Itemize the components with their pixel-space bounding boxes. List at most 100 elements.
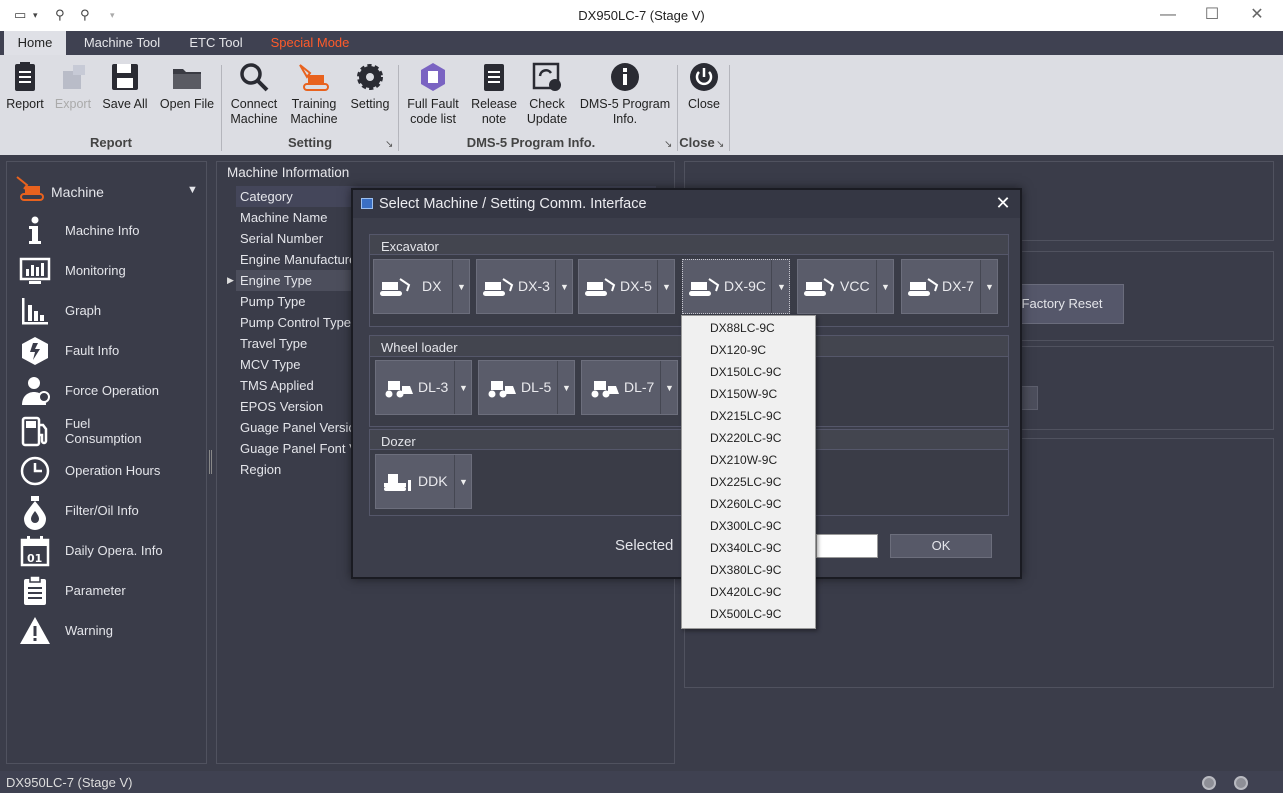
sidebar-item-machine-info[interactable]: Machine Info [7, 212, 206, 250]
chevron-down-icon[interactable]: ▼ [187, 184, 198, 196]
monitor-icon [19, 257, 51, 284]
tab-etc-tool[interactable]: ETC Tool [180, 31, 252, 55]
tab-special-mode[interactable]: Special Mode [262, 31, 358, 55]
maximize-button[interactable]: ☐ [1192, 4, 1232, 26]
calendar-icon: 01 [20, 536, 50, 567]
close-launcher-icon[interactable]: ↘ [716, 139, 724, 150]
setting-button[interactable]: Setting [346, 61, 394, 112]
close-app-button[interactable]: Close [684, 61, 724, 112]
excavator-icon [380, 278, 411, 296]
export-button[interactable]: Export [52, 61, 94, 112]
chevron-down-icon[interactable]: ▼ [459, 383, 468, 393]
check-update-button[interactable]: Check Update [524, 61, 570, 127]
group-label: Wheel loader [381, 340, 458, 355]
excavator-vcc-button[interactable]: VCC ▼ [797, 259, 894, 314]
info-icon [29, 216, 41, 244]
setting-launcher-icon[interactable]: ↘ [385, 139, 393, 150]
excavator-icon [299, 64, 329, 91]
sidebar-item-daily-opera-info[interactable]: 01 Daily Opera. Info [7, 532, 206, 570]
dropdown-item[interactable]: DX260LC-9C [682, 493, 815, 515]
ok-button[interactable]: OK [890, 534, 992, 558]
sidebar-item-operation-hours[interactable]: Operation Hours [7, 452, 206, 490]
excavator-icon [804, 278, 835, 296]
wheel-loader-dl3-button[interactable]: DL-3 ▼ [375, 360, 472, 415]
minimize-button[interactable]: — [1148, 4, 1188, 26]
status-indicator-icon [1234, 776, 1248, 790]
chevron-down-icon[interactable]: ▼ [562, 383, 571, 393]
tab-home[interactable]: Home [4, 31, 66, 55]
sidebar-item-graph[interactable]: Graph [7, 292, 206, 330]
dms5-program-info-button[interactable]: DMS-5 Program Info. [578, 61, 672, 127]
open-file-button[interactable]: Open File [158, 61, 216, 112]
chevron-down-icon[interactable]: ▼ [665, 383, 674, 393]
selected-machine-field[interactable] [816, 534, 878, 558]
close-window-button[interactable]: ✕ [1237, 4, 1277, 26]
chevron-down-icon[interactable]: ▼ [985, 282, 994, 292]
panel-title: Machine Information [227, 165, 350, 180]
connect-machine-button[interactable]: Connect Machine [228, 61, 280, 127]
full-fault-code-list-button[interactable]: Full Fault code list [405, 61, 461, 127]
dropdown-item[interactable]: DX500LC-9C [682, 603, 815, 625]
dropdown-item[interactable]: DX220LC-9C [682, 427, 815, 449]
group-title-setting: Setting [287, 135, 333, 150]
chevron-down-icon[interactable]: ▼ [457, 282, 466, 292]
warning-icon [20, 617, 50, 644]
chevron-down-icon[interactable]: ▼ [662, 282, 671, 292]
sidebar-item-parameter[interactable]: Parameter [7, 572, 206, 610]
dms5-launcher-icon[interactable]: ↘ [664, 139, 672, 150]
dropdown-item[interactable]: DX210W-9C [682, 449, 815, 471]
sidebar: Machine ▼ Machine Info Monitoring Graph … [6, 161, 207, 764]
close-icon[interactable]: ✕ [992, 192, 1014, 214]
sidebar-item-fuel-consumption[interactable]: Fuel Consumption [7, 412, 206, 450]
clipboard-icon [24, 575, 46, 605]
save-icon [112, 64, 138, 90]
excavator-dx-button[interactable]: DX ▼ [373, 259, 470, 314]
splitter-handle[interactable] [209, 450, 212, 474]
excavator-dx3-button[interactable]: DX-3 ▼ [476, 259, 573, 314]
ribbon: Report Export Save All Open File Report … [0, 55, 1283, 155]
chevron-down-icon[interactable]: ▼ [881, 282, 890, 292]
sidebar-item-fault-info[interactable]: Fault Info [7, 332, 206, 370]
chevron-down-icon[interactable]: ▼ [459, 477, 468, 487]
release-note-button[interactable]: Release note [470, 61, 518, 127]
dropdown-item[interactable]: DX225LC-9C [682, 471, 815, 493]
sidebar-item-monitoring[interactable]: Monitoring [7, 252, 206, 290]
dropdown-item[interactable]: DX120-9C [682, 339, 815, 361]
dropdown-item[interactable]: DX88LC-9C [682, 317, 815, 339]
info-icon [611, 63, 639, 91]
wheel-loader-dl5-button[interactable]: DL-5 ▼ [478, 360, 575, 415]
search-icon [240, 63, 269, 92]
report-button[interactable]: Report [4, 61, 46, 112]
training-machine-button[interactable]: Training Machine [288, 61, 340, 127]
chevron-down-icon[interactable]: ▼ [777, 282, 786, 292]
dialog-title: Select Machine / Setting Comm. Interface [379, 196, 647, 212]
dropdown-item[interactable]: DX380LC-9C [682, 559, 815, 581]
tab-machine-tool[interactable]: Machine Tool [72, 31, 172, 55]
wheel-loader-icon [591, 381, 619, 398]
dozer-ddk-button[interactable]: DDK ▼ [375, 454, 472, 509]
dropdown-item[interactable]: DX150LC-9C [682, 361, 815, 383]
dropdown-item[interactable]: DX215LC-9C [682, 405, 815, 427]
sidebar-item-filter-oil-info[interactable]: Filter/Oil Info [7, 492, 206, 530]
excavator-dx9c-button[interactable]: DX-9C ▼ [682, 259, 790, 314]
sidebar-item-force-operation[interactable]: Force Operation [7, 372, 206, 410]
save-all-button[interactable]: Save All [100, 61, 150, 112]
sidebar-header[interactable]: Machine ▼ [15, 174, 201, 204]
selected-label: Selected [615, 537, 674, 554]
dropdown-item[interactable]: DX150W-9C [682, 383, 815, 405]
power-icon [690, 63, 718, 91]
dropdown-item[interactable]: DX300LC-9C [682, 515, 815, 537]
excavator-dx5-button[interactable]: DX-5 ▼ [578, 259, 675, 314]
excavator-icon [16, 176, 44, 201]
gear-icon [357, 64, 383, 90]
wheel-loader-dl7-button[interactable]: DL-7 ▼ [581, 360, 678, 415]
dropdown-item[interactable]: DX340LC-9C [682, 537, 815, 559]
excavator-dx7-button[interactable]: DX-7 ▼ [901, 259, 998, 314]
svg-text:01: 01 [27, 552, 42, 565]
report-icon [15, 62, 35, 91]
dropdown-item[interactable]: DX420LC-9C [682, 581, 815, 603]
wheel-loader-icon [488, 381, 516, 398]
sidebar-item-warning[interactable]: Warning [7, 612, 206, 650]
menu-tabs: Home Machine Tool ETC Tool Special Mode [0, 31, 1283, 55]
chevron-down-icon[interactable]: ▼ [560, 282, 569, 292]
